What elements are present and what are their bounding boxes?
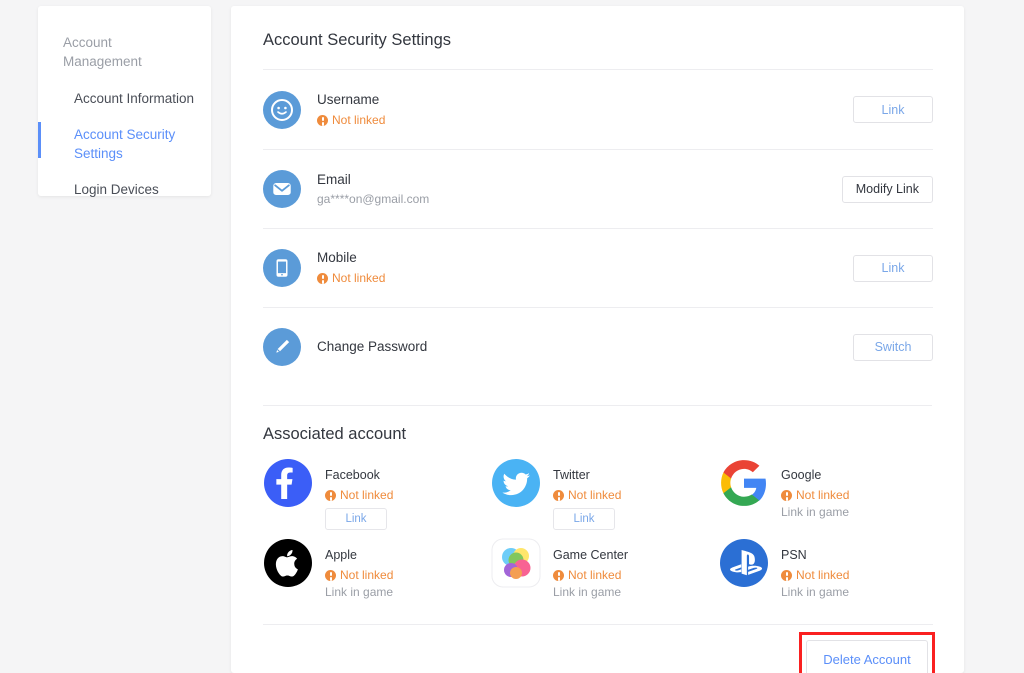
- sidebar-title: Account Management: [63, 35, 142, 69]
- associated-item-name: Facebook: [325, 468, 380, 482]
- associated-item-body: Game Center Not linked Link in game: [553, 538, 628, 601]
- warning-icon: [317, 114, 328, 126]
- status-text: Not linked: [568, 568, 622, 582]
- associated-item-psn: PSN Not linked Link in game: [719, 538, 947, 618]
- warning-icon: [325, 570, 336, 581]
- associated-item-google: Google Not linked Link in game: [719, 458, 947, 538]
- warning-icon: [781, 490, 792, 501]
- footer-section: Delete Account: [231, 624, 964, 673]
- security-row-email: Email ga****on@gmail.com Modify Link: [263, 149, 933, 228]
- associated-item-hint: Link in game: [781, 505, 850, 519]
- associated-account-title: Associated account: [263, 425, 407, 443]
- associated-item-name: PSN: [781, 548, 807, 562]
- associated-item-body: Facebook Not linked Link: [325, 458, 393, 530]
- main-content-panel: Account Security Settings Username Not l…: [231, 6, 964, 673]
- status-badge-not-linked: Not linked: [325, 487, 393, 504]
- status-badge-not-linked: Not linked: [781, 567, 849, 584]
- link-mobile-button[interactable]: Link: [853, 254, 933, 282]
- associated-item-hint: Link in game: [781, 585, 850, 599]
- status-text: Not linked: [340, 488, 394, 502]
- sidebar-panel: Account Management Account Information A…: [38, 6, 211, 197]
- associated-item-game-center: Game Center Not linked Link in game: [491, 538, 719, 618]
- status-badge-not-linked: Not linked: [553, 487, 621, 504]
- warning-icon: [553, 570, 564, 581]
- security-row-label: Change Password: [317, 339, 428, 354]
- security-row-label: Email: [317, 171, 351, 187]
- associated-item-hint: Link in game: [553, 585, 622, 599]
- page-title: Account Security Settings: [263, 31, 452, 49]
- facebook-icon[interactable]: [263, 458, 313, 508]
- security-row-label: Username: [317, 91, 380, 107]
- footer-divider: [263, 624, 933, 625]
- status-badge-not-linked: Not linked: [317, 112, 853, 129]
- account-security-page: Account Management Account Information A…: [0, 0, 1024, 673]
- smiley-avatar-icon: [263, 90, 301, 129]
- associated-item-body: Apple Not linked Link in game: [325, 538, 393, 601]
- status-text: Not linked: [796, 568, 850, 582]
- sidebar-item-label: Account Security Settings: [74, 127, 176, 161]
- envelope-icon: [263, 170, 301, 208]
- associated-item-apple: Apple Not linked Link in game: [263, 538, 491, 618]
- sidebar-item-label: Account Information: [74, 91, 195, 106]
- status-badge-not-linked: Not linked: [317, 270, 853, 287]
- associated-item-twitter: Twitter Not linked Link: [491, 458, 719, 538]
- apple-icon[interactable]: [263, 538, 313, 588]
- status-text: Not linked: [340, 568, 394, 582]
- status-badge-not-linked: Not linked: [325, 567, 393, 584]
- switch-password-button[interactable]: Switch: [853, 333, 933, 361]
- email-value: ga****on@gmail.com: [317, 191, 430, 206]
- status-text: Not linked: [332, 112, 386, 127]
- associated-item-body: Twitter Not linked Link: [553, 458, 621, 530]
- status-text: Not linked: [332, 271, 386, 285]
- status-badge-not-linked: Not linked: [781, 487, 849, 504]
- warning-icon: [325, 490, 336, 501]
- security-row-text: Email ga****on@gmail.com: [317, 171, 842, 208]
- security-row-text: Change Password: [317, 338, 853, 356]
- warning-icon: [317, 273, 328, 284]
- modify-link-email-button[interactable]: Modify Link: [841, 175, 933, 203]
- status-badge-not-linked: Not linked: [553, 567, 628, 584]
- sidebar-nav-list: Account Information Account Security Set…: [38, 84, 211, 204]
- associated-item-facebook: Facebook Not linked Link: [263, 458, 491, 538]
- sidebar-item-account-information[interactable]: Account Information: [38, 84, 211, 113]
- warning-icon: [553, 490, 564, 501]
- link-twitter-button[interactable]: Link: [553, 508, 615, 530]
- status-text: Not linked: [796, 488, 850, 502]
- link-facebook-button[interactable]: Link: [325, 508, 387, 530]
- security-row-text: Username Not linked: [317, 91, 853, 129]
- google-icon[interactable]: [719, 458, 769, 508]
- associated-item-body: PSN Not linked Link in game: [781, 538, 849, 601]
- security-row-text: Mobile Not linked: [317, 249, 853, 287]
- security-row-label: Mobile: [317, 250, 357, 265]
- delete-account-wrapper: Delete Account: [799, 632, 935, 673]
- associated-item-name: Apple: [325, 548, 357, 562]
- active-indicator-bar: [38, 122, 41, 158]
- sidebar-item-label: Login Devices: [74, 182, 159, 197]
- game-center-icon[interactable]: [491, 538, 541, 588]
- associated-accounts-grid: Facebook Not linked Link Twitter Not lin…: [263, 458, 964, 618]
- warning-icon: [781, 570, 792, 581]
- sidebar-item-account-security-settings[interactable]: Account Security Settings: [38, 120, 211, 168]
- security-row-username: Username Not linked Link: [263, 70, 933, 149]
- associated-item-hint: Link in game: [325, 585, 394, 599]
- security-row-change-password: Change Password Switch: [263, 307, 933, 386]
- mobile-phone-icon: [263, 249, 301, 287]
- link-username-button[interactable]: Link: [853, 96, 933, 123]
- associated-item-name: Google: [781, 468, 822, 482]
- associated-item-name: Twitter: [553, 468, 590, 482]
- status-text: Not linked: [568, 488, 622, 502]
- associated-item-name: Game Center: [553, 548, 629, 562]
- associated-item-body: Google Not linked Link in game: [781, 458, 849, 521]
- sidebar-item-login-devices[interactable]: Login Devices: [38, 175, 211, 204]
- twitter-icon[interactable]: [491, 458, 541, 508]
- security-row-mobile: Mobile Not linked Link: [263, 228, 933, 307]
- playstation-icon[interactable]: [719, 538, 769, 588]
- delete-account-button[interactable]: Delete Account: [806, 640, 928, 673]
- pencil-icon: [263, 328, 301, 366]
